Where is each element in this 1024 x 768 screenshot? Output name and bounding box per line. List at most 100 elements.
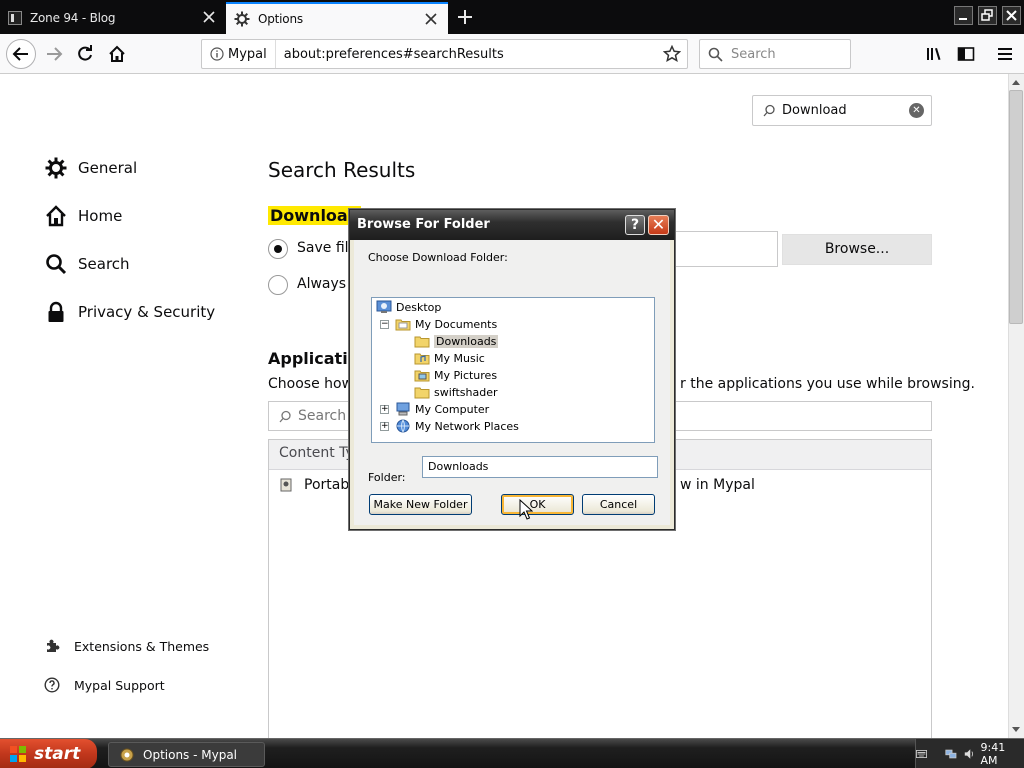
tree-item-swiftshader[interactable]: swiftshader — [414, 384, 498, 400]
sidebar-button[interactable] — [952, 40, 980, 68]
folder-name-input[interactable]: Downloads — [422, 456, 658, 478]
category-search[interactable]: Search — [44, 252, 130, 276]
taskbar: start Options - Mypal 9:41 AM — [0, 738, 1024, 768]
identity-label: Mypal — [228, 46, 267, 62]
tree-item-my-network-places[interactable]: My Network Places — [395, 418, 519, 434]
close-window-button[interactable] — [1002, 6, 1021, 25]
tab-zone94-blog[interactable]: Zone 94 - Blog — [0, 2, 226, 34]
forward-button[interactable] — [40, 40, 68, 68]
network-icon — [396, 419, 410, 433]
tree-item-my-music[interactable]: My Music — [414, 350, 485, 366]
tree-item-downloads[interactable]: Downloads — [414, 333, 499, 349]
network-tray-icon[interactable] — [945, 747, 958, 761]
save-files-radio[interactable] — [268, 239, 288, 259]
minimize-icon — [959, 18, 967, 20]
preferences-find-input[interactable]: Download ✕ — [752, 95, 932, 126]
category-general[interactable]: General — [44, 156, 137, 180]
category-label: Search — [78, 255, 130, 273]
category-label: Privacy & Security — [78, 303, 216, 321]
tab-strip: Zone 94 - Blog Options — [0, 0, 1024, 34]
ok-button[interactable]: OK — [501, 494, 574, 515]
reload-button[interactable] — [71, 40, 99, 68]
close-tab-icon[interactable] — [202, 10, 216, 24]
downloads-section-heading: Download — [268, 206, 362, 225]
scrollbar-thumb[interactable] — [1009, 90, 1023, 324]
browse-button[interactable]: Browse... — [782, 234, 932, 265]
close-tab-icon[interactable] — [424, 12, 438, 26]
forward-arrow-icon — [47, 47, 63, 61]
search-bar[interactable]: Search — [699, 39, 851, 69]
taskbar-item-label: Options - Mypal — [143, 747, 238, 762]
category-label: General — [78, 159, 138, 177]
library-icon — [927, 48, 941, 60]
library-button[interactable] — [920, 40, 948, 68]
search-icon — [763, 104, 775, 117]
clear-search-icon[interactable]: ✕ — [909, 103, 924, 118]
mypal-support-link[interactable]: Mypal Support — [44, 673, 165, 697]
nav-bar: Mypal about:preferences#searchResults Se… — [0, 34, 1024, 74]
start-button[interactable]: start — [0, 739, 97, 768]
scroll-up-arrow-icon[interactable] — [1009, 76, 1023, 90]
tree-item-my-documents[interactable]: My Documents — [395, 316, 497, 332]
tree-item-desktop[interactable]: Desktop — [376, 299, 441, 315]
tree-item-my-pictures[interactable]: My Pictures — [414, 367, 497, 383]
minimize-window-button[interactable] — [954, 6, 973, 25]
download-folder-field[interactable] — [660, 231, 778, 267]
expand-my-network-places[interactable]: + — [380, 422, 389, 431]
browse-for-folder-dialog: Browse For Folder ? ✕ Choose Download Fo… — [349, 209, 675, 530]
cancel-button[interactable]: Cancel — [582, 494, 655, 515]
start-label: start — [34, 744, 81, 764]
gear-icon — [234, 11, 250, 27]
restore-window-button[interactable] — [978, 6, 997, 25]
url-text[interactable]: about:preferences#searchResults — [276, 47, 663, 62]
search-icon — [708, 47, 723, 62]
page-title: Search Results — [268, 158, 416, 182]
make-new-folder-button[interactable]: Make New Folder — [369, 494, 472, 515]
home-button[interactable] — [103, 40, 131, 68]
collapse-my-documents[interactable]: − — [380, 320, 389, 329]
tab-options[interactable]: Options — [226, 2, 448, 34]
keyboard-icon[interactable] — [916, 748, 927, 760]
category-home[interactable]: Home — [44, 204, 122, 228]
search-placeholder: Search — [731, 46, 776, 62]
clock[interactable]: 9:41 AM — [981, 741, 1016, 767]
footer-link-label: Extensions & Themes — [74, 638, 210, 654]
hamburger-menu-icon — [998, 48, 1012, 60]
help-button[interactable]: ? — [625, 215, 645, 235]
dialog-instruction: Choose Download Folder: — [368, 251, 508, 264]
open-folder-icon — [414, 336, 430, 348]
menu-button[interactable] — [991, 40, 1019, 68]
lock-icon — [48, 301, 64, 322]
category-privacy-security[interactable]: Privacy & Security — [44, 300, 215, 324]
category-label: Home — [78, 207, 123, 225]
find-value: Download — [782, 103, 847, 118]
applications-description: Choose how — [268, 376, 354, 392]
scroll-down-arrow-icon[interactable] — [1009, 722, 1023, 736]
folder-tree[interactable]: Desktop − My Documents Downloads My Musi… — [371, 297, 655, 443]
back-button[interactable] — [6, 39, 36, 69]
new-tab-plus-icon[interactable] — [452, 6, 478, 28]
search-icon — [279, 410, 291, 422]
table-row-content-type[interactable]: Portabl — [304, 477, 353, 493]
expand-my-computer[interactable]: + — [380, 405, 389, 414]
table-row-action[interactable]: w in Mypal — [680, 477, 755, 493]
bookmark-star-icon[interactable] — [663, 45, 681, 63]
home-icon — [109, 45, 125, 62]
volume-icon[interactable] — [964, 747, 975, 761]
windows-logo-icon — [10, 746, 26, 762]
puzzle-piece-icon — [47, 639, 60, 652]
computer-icon — [396, 402, 410, 416]
folder-label: Folder: — [368, 471, 406, 484]
identity-box[interactable]: Mypal — [202, 40, 276, 68]
tree-item-my-computer[interactable]: My Computer — [395, 401, 489, 417]
mypal-app-icon — [120, 748, 134, 761]
dialog-close-button[interactable]: ✕ — [648, 215, 669, 235]
pictures-folder-icon — [414, 370, 430, 382]
always-ask-radio[interactable] — [268, 275, 288, 295]
home-icon — [46, 205, 66, 227]
restore-icon — [981, 9, 993, 21]
url-bar[interactable]: Mypal about:preferences#searchResults — [201, 39, 688, 69]
screen: Zone 94 - Blog Options Mypal about:prefe… — [0, 0, 1024, 768]
taskbar-item-options-mypal[interactable]: Options - Mypal — [108, 742, 265, 767]
extensions-themes-link[interactable]: Extensions & Themes — [44, 634, 209, 658]
